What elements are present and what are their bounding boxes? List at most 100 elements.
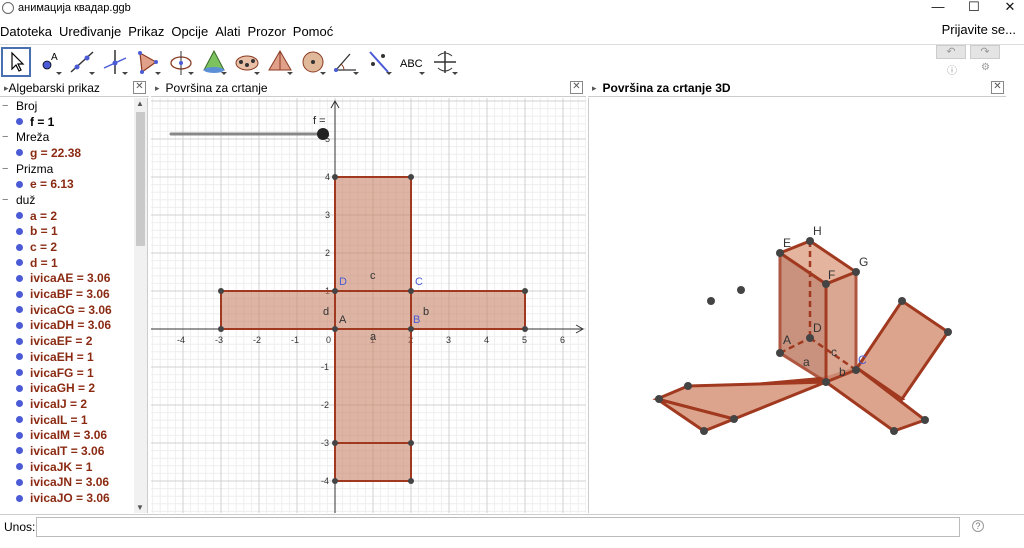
algebra-group[interactable]: − duž	[0, 192, 147, 208]
visibility-dot-icon[interactable]	[16, 259, 23, 267]
visibility-dot-icon[interactable]	[16, 290, 23, 298]
graphics-canvas[interactable]: -4-3-2-1012345654321-1-2-3-4f =ABCDabcd	[151, 98, 586, 513]
algebra-group[interactable]: − Mreža	[0, 129, 147, 145]
algebra-item[interactable]: ivicaJO = 3.06	[0, 490, 147, 506]
collapse-minus-icon[interactable]: −	[2, 194, 12, 206]
algebra-item[interactable]: ivicaIT = 3.06	[0, 443, 147, 459]
vertex-point[interactable]	[408, 326, 414, 332]
menu-help[interactable]: Pomoć	[293, 24, 333, 39]
vertex-point[interactable]	[332, 288, 338, 294]
conic-tool[interactable]	[199, 47, 229, 77]
slider-knob[interactable]	[317, 128, 329, 140]
move-tool[interactable]	[1, 47, 31, 77]
visibility-dot-icon[interactable]	[16, 447, 23, 455]
algebra-group[interactable]: − Broj	[0, 98, 147, 114]
visibility-dot-icon[interactable]	[16, 118, 23, 126]
net-base-square[interactable]	[334, 290, 412, 330]
visibility-dot-icon[interactable]	[16, 321, 23, 329]
polygon-tool[interactable]	[133, 47, 163, 77]
collapse-minus-icon[interactable]: −	[2, 163, 12, 175]
collapse-minus-icon[interactable]: −	[2, 100, 12, 112]
algebra-scrollbar[interactable]: ▲ ▼	[134, 98, 147, 513]
algebra-item[interactable]: f = 1	[0, 114, 147, 130]
input-help-icon[interactable]: ?	[972, 520, 984, 532]
settings-gear-icon[interactable]: ⚙	[981, 62, 990, 73]
reflect-tool[interactable]	[364, 47, 394, 77]
net-bottom-face[interactable]	[334, 328, 412, 444]
scroll-down-icon[interactable]: ▼	[136, 503, 144, 512]
menu-file[interactable]: Datoteka	[0, 24, 52, 39]
menu-options[interactable]: Opcije	[171, 24, 208, 39]
algebra-item[interactable]: ivicaBF = 3.06	[0, 286, 147, 302]
net-bottom-cap-face[interactable]	[334, 442, 412, 482]
close-graphics3d-view-button[interactable]: ✕	[991, 81, 1004, 94]
algebra-item[interactable]: ivicaJK = 1	[0, 459, 147, 475]
menu-edit[interactable]: Uređivanje	[59, 24, 121, 39]
visibility-dot-icon[interactable]	[16, 306, 23, 314]
algebra-item[interactable]: ivicaCG = 3.06	[0, 302, 147, 318]
visibility-dot-icon[interactable]	[16, 337, 23, 345]
visibility-dot-icon[interactable]	[16, 478, 23, 486]
algebra-item[interactable]: g = 22.38	[0, 145, 147, 161]
sphere-tool[interactable]	[298, 47, 328, 77]
visibility-dot-icon[interactable]	[16, 243, 23, 251]
algebra-item[interactable]: ivicaIL = 1	[0, 412, 147, 428]
vertex-point[interactable]	[332, 478, 338, 484]
vertex-point[interactable]	[332, 174, 338, 180]
graphics3d-view[interactable]: E H F G D A a c b C	[588, 98, 1006, 513]
visibility-dot-icon[interactable]	[16, 353, 23, 361]
sign-in-link[interactable]: Prijavite se...	[942, 22, 1016, 37]
algebra-item[interactable]: d = 1	[0, 255, 147, 271]
algebra-item[interactable]: ivicaAE = 3.06	[0, 271, 147, 287]
close-window-button[interactable]: ✕	[992, 0, 1024, 16]
algebra-item[interactable]: ivicaGH = 2	[0, 380, 147, 396]
algebra-item[interactable]: c = 2	[0, 239, 147, 255]
input-field[interactable]	[36, 517, 960, 537]
vertex-point[interactable]	[522, 288, 528, 294]
visibility-dot-icon[interactable]	[16, 494, 23, 502]
algebra-item[interactable]: ivicaEH = 1	[0, 349, 147, 365]
visibility-dot-icon[interactable]	[16, 369, 23, 377]
visibility-dot-icon[interactable]	[16, 400, 23, 408]
close-algebra-view-button[interactable]: ✕	[133, 81, 146, 94]
algebra-group[interactable]: − Prizma	[0, 161, 147, 177]
visibility-dot-icon[interactable]	[16, 180, 23, 188]
rotate-view-tool[interactable]	[430, 47, 460, 77]
visibility-dot-icon[interactable]	[16, 463, 23, 471]
vertex-point[interactable]	[408, 288, 414, 294]
help-icon[interactable]: ⓘ	[947, 62, 957, 77]
menu-tools[interactable]: Alati	[215, 24, 240, 39]
scrollbar-thumb[interactable]	[136, 112, 145, 246]
vertex-point[interactable]	[332, 440, 338, 446]
undo-button[interactable]: ↶	[936, 45, 966, 59]
algebra-item[interactable]: ivicaIM = 3.06	[0, 427, 147, 443]
vertex-point[interactable]	[408, 174, 414, 180]
algebra-item[interactable]: b = 1	[0, 224, 147, 240]
graphics3d-canvas[interactable]: E H F G D A a c b C	[589, 98, 1006, 513]
text-tool[interactable]: ABC	[397, 47, 427, 77]
algebra-item[interactable]: ivicaIJ = 2	[0, 396, 147, 412]
algebra-item[interactable]: ivicaJN = 3.06	[0, 475, 147, 491]
slider-tool[interactable]	[232, 47, 262, 77]
vertex-point[interactable]	[522, 326, 528, 332]
visibility-dot-icon[interactable]	[16, 149, 23, 157]
visibility-dot-icon[interactable]	[16, 431, 23, 439]
algebra-item[interactable]: e = 6.13	[0, 176, 147, 192]
scroll-up-icon[interactable]: ▲	[136, 99, 144, 108]
graphics-view[interactable]: -4-3-2-1012345654321-1-2-3-4f =ABCDabcd	[151, 98, 586, 513]
collapse-arrow-icon[interactable]: ▸	[592, 83, 597, 94]
net-left-face[interactable]	[220, 290, 336, 330]
algebra-item[interactable]: ivicaFG = 1	[0, 365, 147, 381]
line-tool[interactable]	[67, 47, 97, 77]
angle-tool[interactable]	[331, 47, 361, 77]
vertex-point[interactable]	[408, 478, 414, 484]
maximize-button[interactable]: ☐	[956, 0, 992, 16]
vertex-point[interactable]	[332, 326, 338, 332]
algebra-item[interactable]: ivicaDH = 3.06	[0, 318, 147, 334]
visibility-dot-icon[interactable]	[16, 212, 23, 220]
vertex-point[interactable]	[218, 326, 224, 332]
visibility-dot-icon[interactable]	[16, 416, 23, 424]
perpendicular-tool[interactable]	[100, 47, 130, 77]
vertex-point[interactable]	[218, 288, 224, 294]
point-tool[interactable]: A	[34, 47, 64, 77]
